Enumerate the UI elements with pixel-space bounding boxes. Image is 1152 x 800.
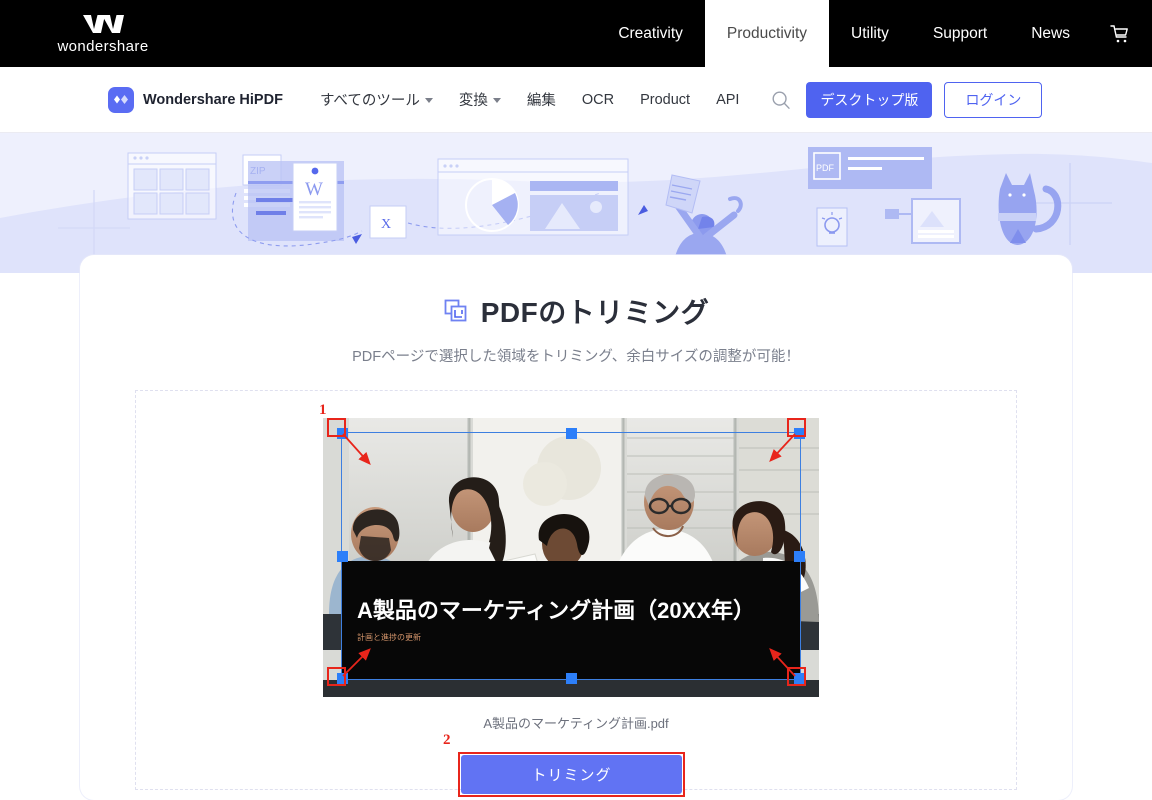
annotation-box-bottom-right (787, 667, 806, 686)
nav-item-creativity[interactable]: Creativity (596, 0, 705, 67)
hero-word-label: W (305, 179, 323, 200)
subbar-actions: デスクトップ版 ログイン (768, 81, 1043, 118)
trim-button[interactable]: トリミング (461, 755, 682, 794)
subnav-item-all-tools[interactable]: すべてのツール (307, 89, 446, 110)
page-subtitle: PDFページで選択した領域をトリミング、余白サイズの調整が可能！ (352, 349, 800, 365)
uploaded-filename: A製品のマーケティング計画.pdf (483, 716, 669, 731)
hero-banner: ZIP W X (0, 133, 1152, 273)
shopping-cart-icon (1110, 24, 1128, 42)
subnav-label-all-tools: すべてのツール (319, 93, 420, 109)
brand-name-text: wondershare (57, 37, 149, 55)
page-root: wondershare Creativity Productivity Util… (0, 0, 1152, 800)
annotation-box-bottom-left (327, 667, 346, 686)
annotation-box-top-left (327, 418, 346, 437)
page-title: PDFのトリミング (480, 297, 710, 328)
subnav-label-convert: 変換 (458, 93, 488, 109)
wondershare-brand[interactable]: wondershare (0, 0, 200, 67)
desktop-version-button[interactable]: デスクトップ版 (806, 81, 933, 118)
nav-item-support[interactable]: Support (911, 0, 1009, 67)
pdf-page-thumbnail: A製品のマーケティング計画（20XX年） 計画と進捗の更新 (323, 418, 819, 697)
search-button[interactable] (768, 87, 794, 113)
annotation-box-top-right (787, 418, 806, 437)
subnav-item-ocr[interactable]: OCR (569, 92, 627, 108)
pdf-page-preview[interactable]: A製品のマーケティング計画（20XX年） 計画と進捗の更新 1 (319, 402, 819, 697)
secondary-navigation-bar: Wondershare HiPDF すべてのツール 変換 編集 OCR Prod… (0, 67, 1152, 133)
nav-item-utility[interactable]: Utility (829, 0, 911, 67)
slide-subtitle-text: 計画と進捗の更新 (357, 632, 421, 642)
tools-nav: すべてのツール 変換 編集 OCR Product API (307, 89, 753, 110)
annotation-number-1: 1 (319, 402, 327, 418)
annotation-number-2: 2 (443, 732, 451, 748)
search-icon (772, 91, 791, 109)
hipdf-logo[interactable]: Wondershare HiPDF (108, 86, 283, 113)
cart-button[interactable] (1092, 0, 1152, 67)
nav-item-productivity[interactable]: Productivity (704, 0, 830, 67)
slide-title-text: A製品のマーケティング計画（20XX年） (357, 598, 755, 623)
subnav-item-convert[interactable]: 変換 (446, 89, 514, 110)
wondershare-w-logo (83, 14, 124, 33)
hero-excel-label: X (381, 217, 391, 232)
chevron-down-icon (424, 98, 433, 103)
hipdf-diamond-icon (108, 86, 134, 113)
subnav-item-product[interactable]: Product (627, 92, 703, 108)
hero-pdf-label: PDF (816, 163, 835, 173)
crop-icon (444, 299, 467, 322)
primary-nav: Creativity Productivity Utility Support … (596, 0, 1092, 67)
hero-illustration: ZIP W X (0, 147, 1152, 273)
hipdf-logo-text: Wondershare HiPDF (143, 91, 283, 108)
submit-button-wrapper: トリミング 2 (443, 732, 685, 797)
subnav-item-api[interactable]: API (703, 92, 752, 108)
subnav-item-edit[interactable]: 編集 (514, 89, 569, 110)
chevron-down-icon (492, 98, 501, 103)
login-button[interactable]: ログイン (944, 81, 1043, 118)
top-navigation-bar: wondershare Creativity Productivity Util… (0, 0, 1152, 67)
page-title-row: PDFのトリミング (80, 291, 1072, 331)
nav-item-news[interactable]: News (1009, 0, 1092, 67)
